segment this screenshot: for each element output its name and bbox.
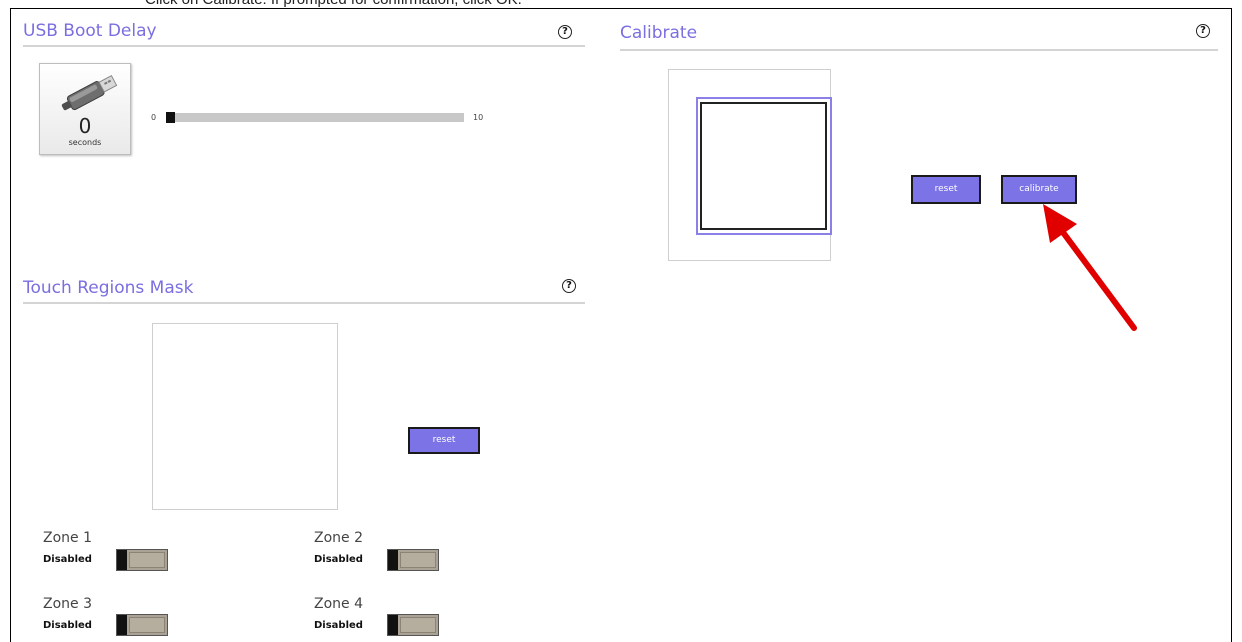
zone-2-label: Zone 2 bbox=[314, 530, 363, 546]
touch-regions-reset-button[interactable]: reset bbox=[408, 427, 480, 454]
toggle-track bbox=[400, 617, 436, 633]
toggle-track bbox=[129, 552, 165, 568]
zone-3-label: Zone 3 bbox=[43, 596, 92, 612]
touch-regions-preview[interactable] bbox=[152, 323, 338, 510]
touch-regions-mask-title: Touch Regions Mask bbox=[23, 278, 194, 298]
calibration-inner-frame bbox=[700, 102, 827, 230]
usb-boot-delay-value: 0 bbox=[78, 114, 92, 138]
zone-3-status: Disabled bbox=[43, 620, 92, 631]
toggle-knob bbox=[117, 615, 127, 635]
toggle-track bbox=[400, 552, 436, 568]
usb-boot-delay-divider bbox=[23, 45, 585, 47]
zone-4-label: Zone 4 bbox=[314, 596, 363, 612]
calibration-preview bbox=[668, 69, 832, 261]
zone-2-status: Disabled bbox=[314, 554, 363, 565]
zone-4-toggle[interactable] bbox=[387, 614, 439, 636]
toggle-knob bbox=[388, 615, 398, 635]
calibrate-title: Calibrate bbox=[620, 23, 698, 43]
zone-4-status: Disabled bbox=[314, 620, 363, 631]
zone-1-label: Zone 1 bbox=[43, 530, 92, 546]
caption-text-clipped: Click on Calibrate. If prompted for conf… bbox=[0, 0, 1242, 8]
usb-drive-icon bbox=[61, 75, 118, 111]
calibrate-reset-button[interactable]: reset bbox=[911, 175, 981, 204]
touch-regions-mask-divider bbox=[23, 302, 585, 304]
slider-max-label: 10 bbox=[473, 113, 484, 122]
usb-boot-delay-help-icon[interactable]: ? bbox=[558, 25, 572, 39]
usb-boot-delay-unit: seconds bbox=[68, 138, 102, 147]
calibrate-divider bbox=[620, 49, 1218, 51]
usb-boot-delay-tile: 0 seconds bbox=[39, 63, 131, 155]
calibrate-help-icon[interactable]: ? bbox=[1196, 24, 1210, 38]
touch-regions-mask-help-icon[interactable]: ? bbox=[562, 279, 576, 293]
toggle-knob bbox=[117, 550, 127, 570]
zone-2-toggle[interactable] bbox=[387, 549, 439, 571]
zone-3-toggle[interactable] bbox=[116, 614, 168, 636]
slider-min-label: 0 bbox=[151, 113, 157, 122]
toggle-track bbox=[129, 617, 165, 633]
usb-boot-delay-slider[interactable] bbox=[166, 112, 464, 123]
usb-boot-delay-title: USB Boot Delay bbox=[23, 21, 157, 41]
toggle-knob bbox=[388, 550, 398, 570]
caption-text: Click on Calibrate. If prompted for conf… bbox=[145, 0, 522, 8]
zone-1-status: Disabled bbox=[43, 554, 92, 565]
zone-1-toggle[interactable] bbox=[116, 549, 168, 571]
slider-thumb[interactable] bbox=[166, 112, 175, 123]
calibrate-button[interactable]: calibrate bbox=[1001, 175, 1077, 204]
